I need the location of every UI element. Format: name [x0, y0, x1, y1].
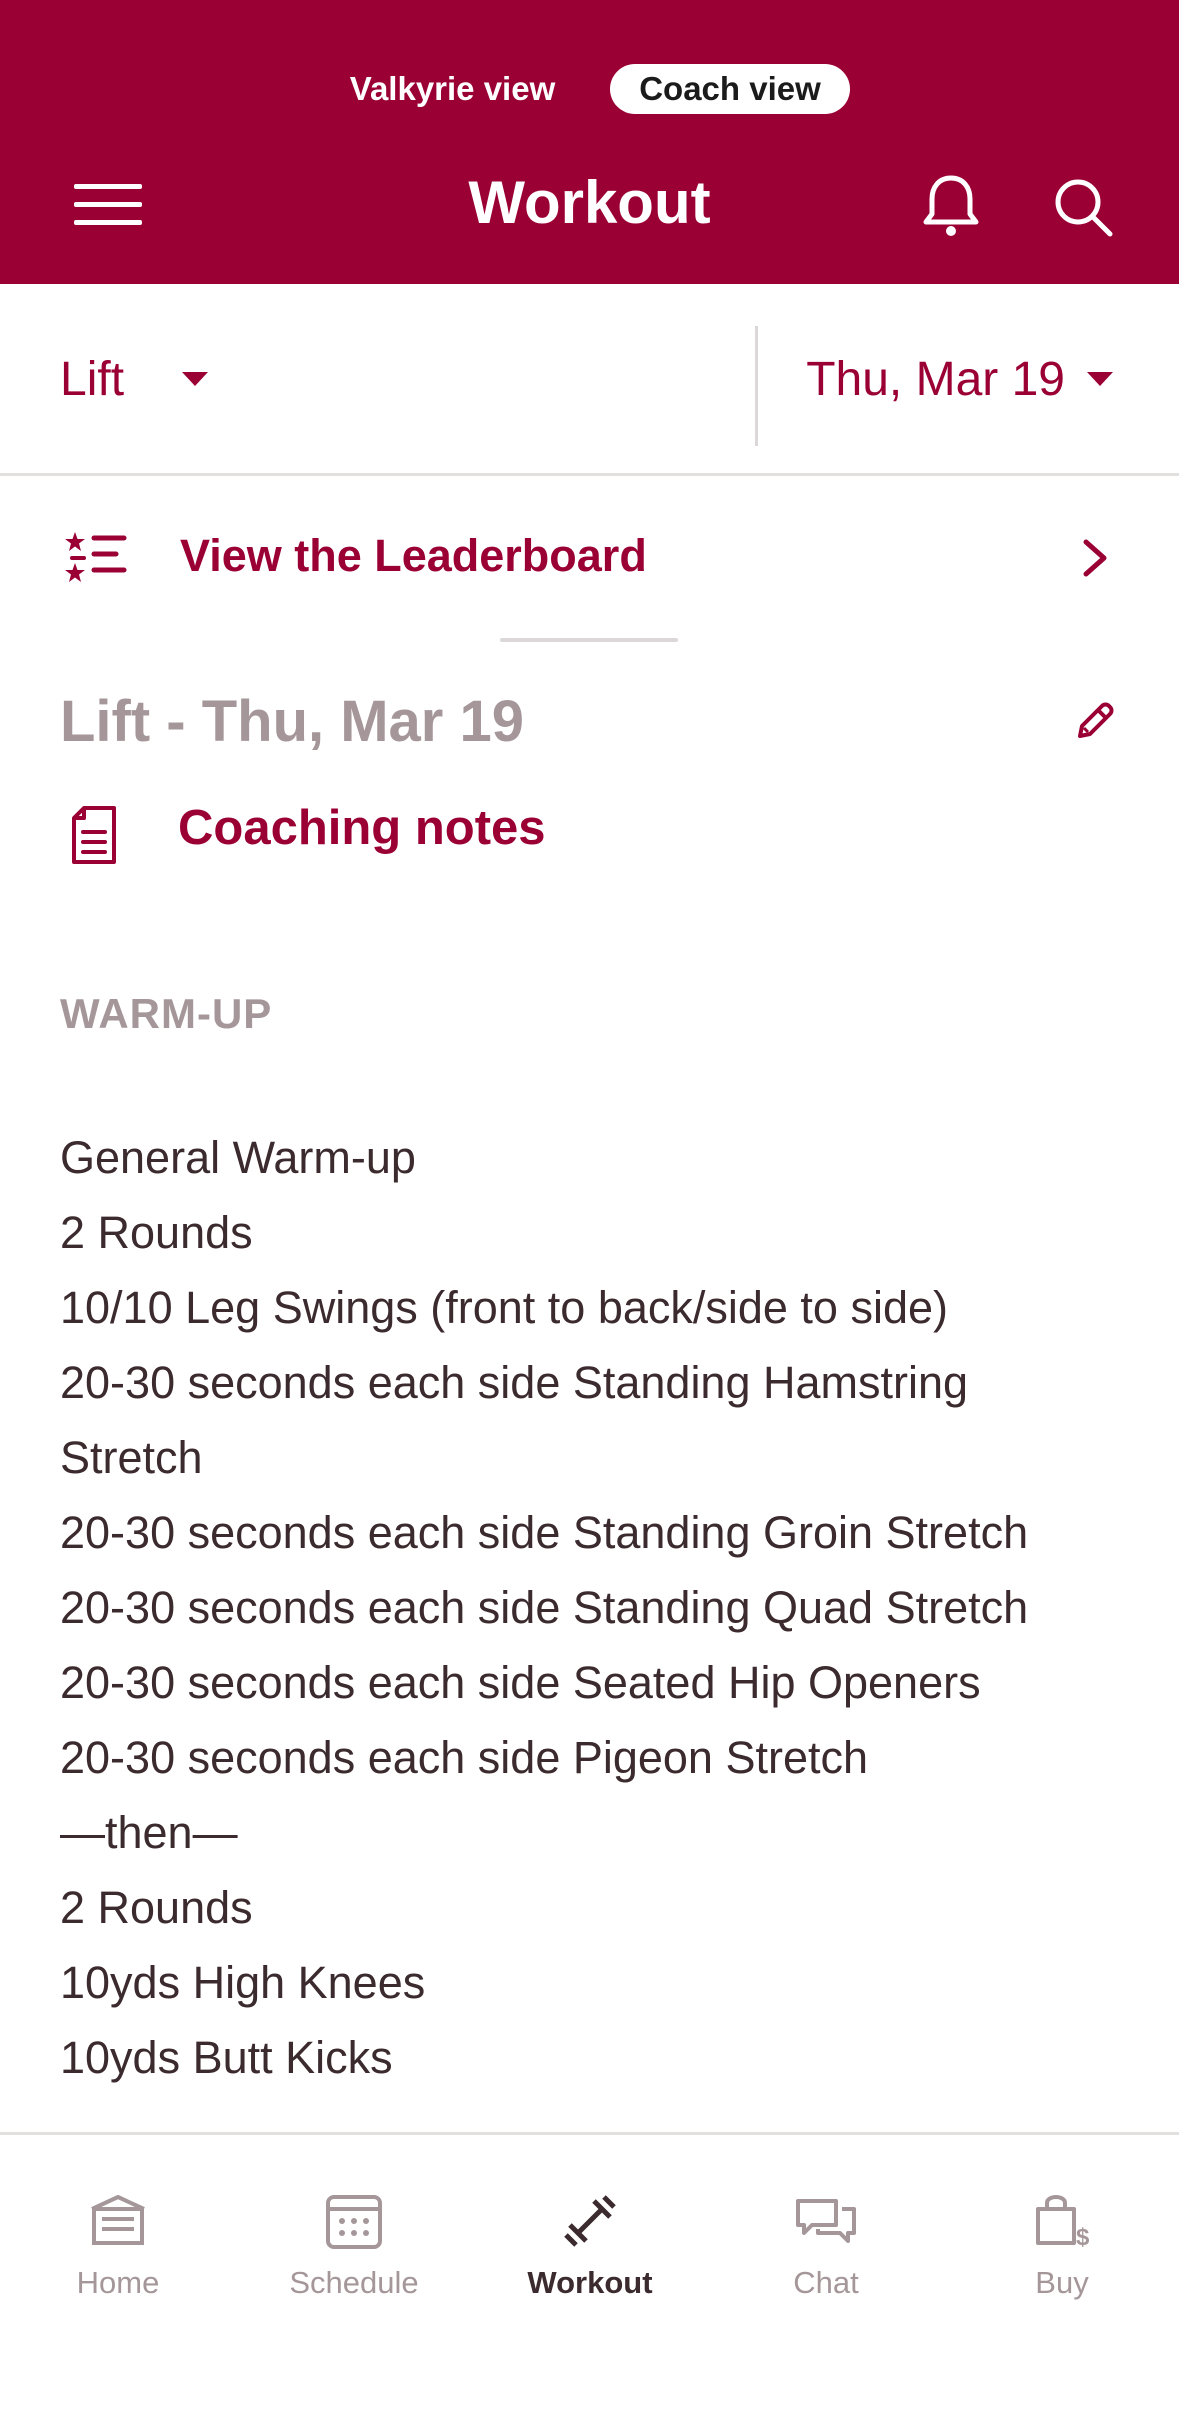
- coaching-notes-link[interactable]: Coaching notes: [178, 800, 546, 856]
- leaderboard-label: View the Leaderboard: [180, 530, 647, 581]
- nav-label: Chat: [793, 2265, 859, 2300]
- chat-icon: [794, 2189, 858, 2253]
- nav-item-chat[interactable]: Chat: [708, 2135, 944, 2335]
- date-dropdown[interactable]: Thu, Mar 19: [806, 344, 1113, 414]
- section-heading: WARM-UP: [60, 990, 273, 1037]
- instruction-line: 2 Rounds: [60, 1882, 253, 1933]
- instruction-line: 2 Rounds: [60, 1207, 253, 1258]
- instruction-line: 20-30 seconds each side Seated Hip Opene…: [60, 1657, 981, 1708]
- app-header: Valkyrie view Coach view Workout: [0, 0, 1179, 284]
- leaderboard-list-icon: [64, 530, 128, 586]
- nav-label: Schedule: [289, 2265, 419, 2300]
- caret-down-icon: [182, 372, 209, 386]
- nav-label: Buy: [1035, 2265, 1089, 2300]
- instruction-line: 10yds High Knees: [60, 1957, 426, 2008]
- svg-text:$: $: [1076, 2224, 1090, 2251]
- workout-filter-bar: Lift Thu, Mar 19: [0, 284, 1179, 476]
- home-icon: [86, 2189, 150, 2253]
- instruction-line: 20-30 seconds each side Pigeon Stretch: [60, 1732, 869, 1783]
- pencil-edit-icon[interactable]: [1072, 700, 1116, 744]
- bottom-nav: Home Schedule Workout Chat $ Buy: [0, 2132, 1179, 2428]
- nav-item-workout[interactable]: Workout: [472, 2135, 708, 2335]
- workout-type-value: Lift: [60, 352, 125, 406]
- nav-item-buy[interactable]: $ Buy: [944, 2135, 1179, 2335]
- document-icon: [68, 804, 120, 866]
- instruction-line: 10/10 Leg Swings (front to back/side to …: [60, 1282, 949, 1333]
- dumbbell-icon: [558, 2189, 622, 2253]
- workout-instructions: General Warm-up 2 Rounds 10/10 Leg Swing…: [60, 1120, 1100, 2095]
- instruction-line: 20-30 seconds each side Standing Hamstri…: [60, 1357, 969, 1408]
- workout-type-dropdown[interactable]: Lift: [60, 344, 209, 414]
- view-toggle: Valkyrie view Coach view: [0, 64, 1179, 114]
- nav-label: Workout: [527, 2265, 653, 2300]
- divider: [755, 326, 758, 446]
- calendar-icon: [322, 2189, 386, 2253]
- nav-item-home[interactable]: Home: [0, 2135, 236, 2335]
- instruction-line: General Warm-up: [60, 1132, 416, 1183]
- nav-item-schedule[interactable]: Schedule: [236, 2135, 472, 2335]
- instruction-line: 20-30 seconds each side Standing Groin S…: [60, 1507, 1029, 1558]
- chevron-right-icon: [1080, 536, 1110, 580]
- coach-view-option[interactable]: Coach view: [610, 64, 850, 114]
- workout-title: Lift - Thu, Mar 19: [60, 689, 524, 754]
- date-value: Thu, Mar 19: [806, 352, 1065, 406]
- instruction-line: —then—: [60, 1807, 238, 1858]
- caret-down-icon: [1087, 372, 1113, 386]
- instruction-line: Stretch: [60, 1432, 203, 1483]
- page-title: Workout: [468, 169, 711, 236]
- bell-icon[interactable]: [920, 172, 982, 238]
- search-icon[interactable]: [1052, 176, 1114, 238]
- valkyrie-view-option[interactable]: Valkyrie view: [330, 64, 575, 114]
- instruction-line: 10yds Butt Kicks: [60, 2032, 393, 2083]
- nav-label: Home: [76, 2265, 160, 2300]
- instruction-line: 20-30 seconds each side Standing Quad St…: [60, 1582, 1029, 1633]
- leaderboard-link[interactable]: View the Leaderboard: [0, 500, 1179, 615]
- shopping-bag-icon: $: [1030, 2189, 1094, 2253]
- drag-handle[interactable]: [500, 638, 678, 642]
